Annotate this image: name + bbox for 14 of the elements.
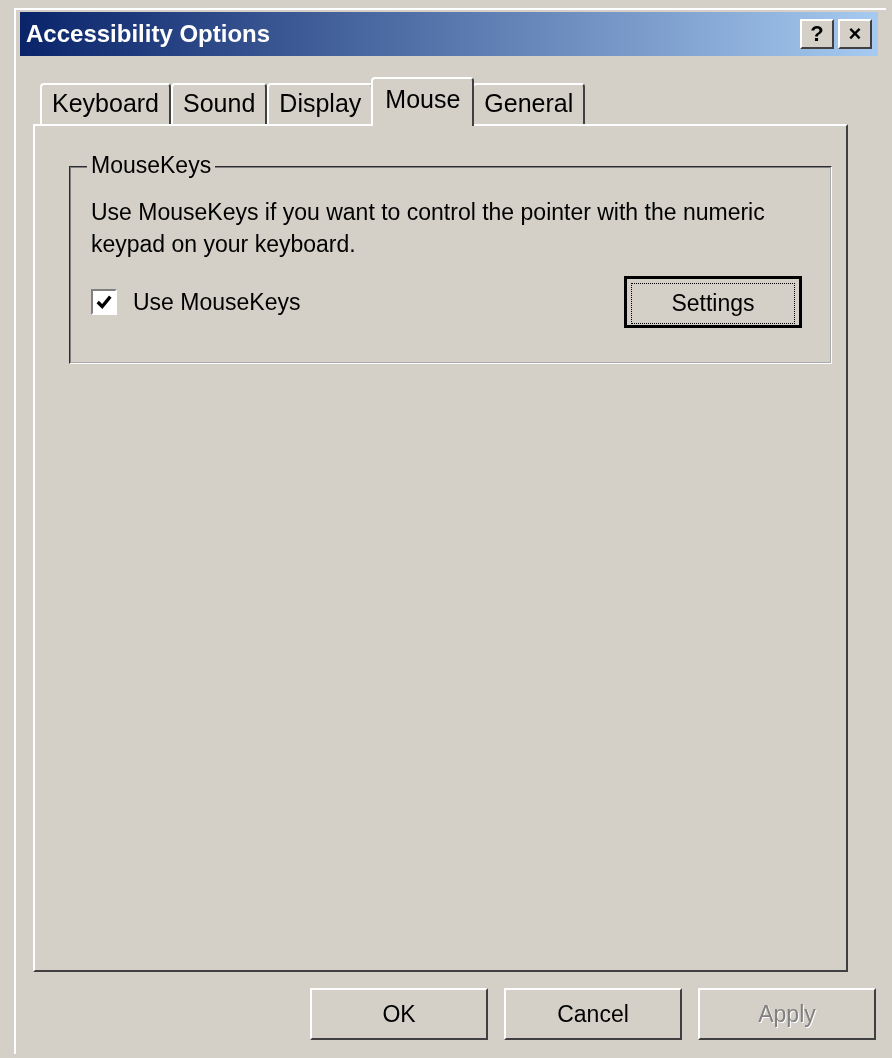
use-mousekeys-checkbox[interactable]: Use MouseKeys <box>91 288 301 316</box>
tab[interactable]: Mouse <box>371 77 475 126</box>
close-button[interactable]: × <box>838 19 872 49</box>
help-button[interactable]: ? <box>800 19 834 49</box>
tab[interactable]: Sound <box>171 83 268 124</box>
ok-button[interactable]: OK <box>310 988 488 1040</box>
checkbox-icon[interactable] <box>91 289 117 315</box>
settings-button[interactable]: Settings <box>624 276 802 328</box>
tab[interactable]: General <box>472 83 586 124</box>
window-title: Accessibility Options <box>26 20 271 48</box>
tab[interactable]: Display <box>267 83 374 124</box>
cancel-button[interactable]: Cancel <box>504 988 682 1040</box>
tab[interactable]: Keyboard <box>40 83 172 124</box>
description-text: Use MouseKeys if you want to control the pointer with the numeric keypad on your keyboard. <box>91 198 766 259</box>
